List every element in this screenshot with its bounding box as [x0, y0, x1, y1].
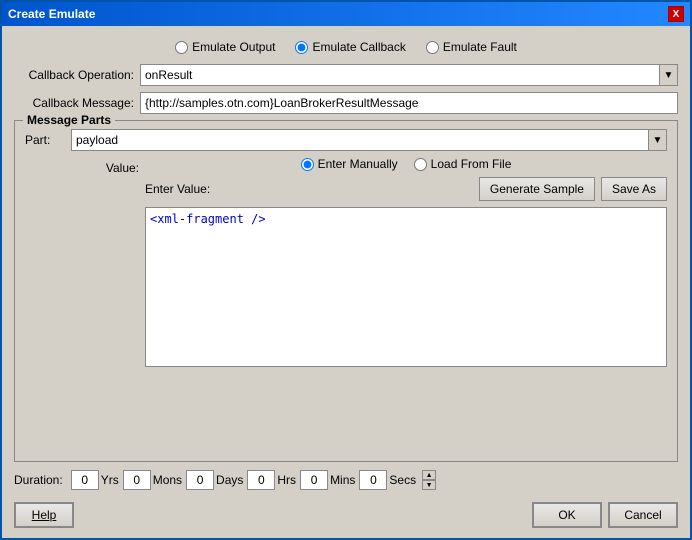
- ok-button[interactable]: OK: [532, 502, 602, 528]
- duration-mons-input[interactable]: [123, 470, 151, 490]
- duration-mins-input[interactable]: [300, 470, 328, 490]
- emulate-callback-option[interactable]: Emulate Callback: [295, 40, 405, 54]
- duration-secs-unit: Secs: [389, 473, 416, 487]
- emulate-fault-label: Emulate Fault: [443, 40, 517, 54]
- cancel-button[interactable]: Cancel: [608, 502, 678, 528]
- create-emulate-window: Create Emulate X Emulate Output Emulate …: [0, 0, 692, 540]
- part-dropdown[interactable]: ▼: [71, 129, 667, 151]
- load-from-file-option[interactable]: Load From File: [414, 157, 512, 171]
- callback-operation-label: Callback Operation:: [14, 68, 134, 82]
- close-button[interactable]: X: [668, 6, 684, 22]
- duration-spinner[interactable]: ▲ ▼: [422, 470, 436, 490]
- duration-days-input[interactable]: [186, 470, 214, 490]
- duration-yrs-input[interactable]: [71, 470, 99, 490]
- message-parts-legend: Message Parts: [23, 113, 115, 127]
- title-bar: Create Emulate X: [2, 2, 690, 26]
- part-input[interactable]: [72, 131, 648, 149]
- value-radio-row: Enter Manually Load From File: [145, 157, 667, 171]
- duration-label: Duration:: [14, 473, 63, 487]
- enter-manually-option[interactable]: Enter Manually: [301, 157, 398, 171]
- load-from-file-label: Load From File: [431, 157, 512, 171]
- duration-days-unit: Days: [216, 473, 243, 487]
- duration-hrs-input[interactable]: [247, 470, 275, 490]
- xml-editor[interactable]: [145, 207, 667, 367]
- callback-operation-input[interactable]: [141, 66, 659, 84]
- duration-mons-unit: Mons: [153, 473, 182, 487]
- duration-yrs-field: Yrs: [71, 470, 119, 490]
- value-section: Value: Enter Manually Load From File: [25, 157, 667, 367]
- duration-days-field: Days: [186, 470, 243, 490]
- emulate-options-row: Emulate Output Emulate Callback Emulate …: [14, 36, 678, 58]
- part-dropdown-arrow[interactable]: ▼: [648, 130, 666, 150]
- value-label: Value:: [25, 157, 139, 367]
- callback-message-row: Callback Message:: [14, 92, 678, 114]
- spinner-down[interactable]: ▼: [422, 480, 436, 490]
- callback-operation-dropdown[interactable]: ▼: [140, 64, 678, 86]
- value-buttons-row: Enter Value: Generate Sample Save As: [145, 177, 667, 201]
- duration-yrs-unit: Yrs: [101, 473, 119, 487]
- load-from-file-radio[interactable]: [414, 158, 427, 171]
- duration-hrs-unit: Hrs: [277, 473, 296, 487]
- duration-secs-field: Secs: [359, 470, 416, 490]
- emulate-fault-option[interactable]: Emulate Fault: [426, 40, 517, 54]
- callback-message-input[interactable]: [140, 92, 678, 114]
- help-button[interactable]: Help: [14, 502, 74, 528]
- enter-manually-radio[interactable]: [301, 158, 314, 171]
- emulate-callback-label: Emulate Callback: [312, 40, 405, 54]
- bottom-buttons: Help OK Cancel: [14, 498, 678, 530]
- duration-secs-input[interactable]: [359, 470, 387, 490]
- duration-hrs-field: Hrs: [247, 470, 296, 490]
- generate-sample-button[interactable]: Generate Sample: [479, 177, 595, 201]
- duration-mins-unit: Mins: [330, 473, 355, 487]
- enter-value-label: Enter Value:: [145, 182, 473, 196]
- duration-mins-field: Mins: [300, 470, 355, 490]
- emulate-callback-radio[interactable]: [295, 41, 308, 54]
- duration-mons-field: Mons: [123, 470, 182, 490]
- callback-operation-arrow[interactable]: ▼: [659, 65, 677, 85]
- window-title: Create Emulate: [8, 7, 95, 21]
- save-as-button[interactable]: Save As: [601, 177, 667, 201]
- duration-row: Duration: Yrs Mons Days Hrs Mins: [14, 468, 678, 492]
- part-label: Part:: [25, 133, 65, 147]
- emulate-output-option[interactable]: Emulate Output: [175, 40, 275, 54]
- value-content: Enter Manually Load From File Enter Valu…: [145, 157, 667, 367]
- callback-message-label: Callback Message:: [14, 96, 134, 110]
- callback-operation-row: Callback Operation: ▼: [14, 64, 678, 86]
- part-row: Part: ▼: [25, 129, 667, 151]
- emulate-fault-radio[interactable]: [426, 41, 439, 54]
- message-parts-group: Message Parts Part: ▼ Value: Enter: [14, 120, 678, 462]
- emulate-output-radio[interactable]: [175, 41, 188, 54]
- enter-manually-label: Enter Manually: [318, 157, 398, 171]
- emulate-output-label: Emulate Output: [192, 40, 275, 54]
- window-body: Emulate Output Emulate Callback Emulate …: [2, 26, 690, 538]
- spinner-up[interactable]: ▲: [422, 470, 436, 480]
